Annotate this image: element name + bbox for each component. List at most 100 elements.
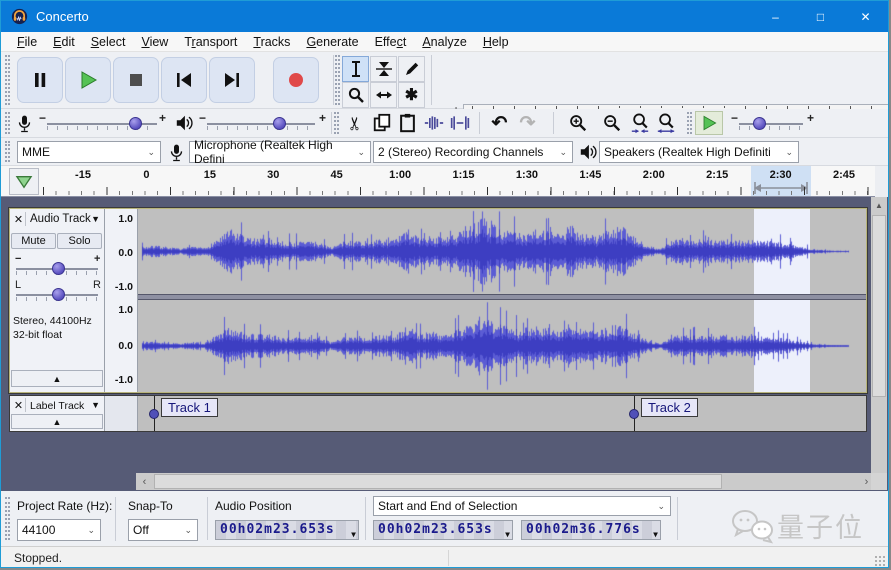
label-track-menu-icon[interactable]: ▼ (91, 400, 100, 410)
snap-to-select[interactable]: Off⌄ (128, 519, 198, 541)
recording-channels-select[interactable]: 2 (Stereo) Recording Channels⌄ (373, 141, 573, 163)
horizontal-scrollbar[interactable]: ‹ › (136, 473, 875, 490)
redo-button[interactable]: ↷ (515, 111, 540, 135)
audio-track-menu-icon[interactable]: ▼ (91, 214, 100, 224)
zoom-out-button[interactable] (599, 111, 624, 135)
recording-device-select[interactable]: Microphone (Realtek High Defini⌄ (189, 141, 371, 163)
label-track-title[interactable]: Label Track (30, 400, 84, 412)
skip-to-start-button[interactable] (161, 57, 207, 103)
menu-tracks[interactable]: Tracks (245, 32, 298, 52)
label-track-collapse-button[interactable]: ▲ (11, 414, 103, 429)
undo-button[interactable]: ↶ (487, 111, 512, 135)
scroll-up-button[interactable]: ▲ (871, 197, 887, 213)
copy-button[interactable] (369, 111, 394, 135)
menu-generate[interactable]: Generate (298, 32, 366, 52)
pan-thumb[interactable] (52, 288, 65, 301)
menu-file[interactable]: File (9, 32, 45, 52)
selection-start-dd-icon[interactable]: ▼ (505, 526, 510, 544)
zoom-fit-button[interactable] (653, 111, 678, 135)
menu-help[interactable]: Help (475, 32, 517, 52)
audio-track-title[interactable]: Audio Track (30, 213, 91, 225)
selection-end-field[interactable]: 00h02m36.776s ▼ (521, 520, 661, 540)
label-marker-icon[interactable] (629, 409, 639, 419)
gain-thumb[interactable] (52, 262, 65, 275)
label-text[interactable]: Track 1 (161, 398, 218, 417)
audio-host-select[interactable]: MME⌄ (17, 141, 161, 163)
label-track-close-button[interactable]: ✕ (12, 398, 26, 412)
channel-1[interactable] (138, 209, 866, 294)
close-button[interactable]: ✕ (843, 1, 888, 32)
label-marker-icon[interactable] (149, 409, 159, 419)
multi-tool-button[interactable]: ✱ (398, 82, 425, 108)
vertical-scale-ruler[interactable]: 1.0 0.0 -1.0 1.0 0.0 -1.0 (105, 209, 138, 392)
menu-effect[interactable]: Effect (367, 32, 415, 52)
gain-slider[interactable] (16, 262, 98, 276)
playback-device-select[interactable]: Speakers (Realtek High Definiti⌄ (599, 141, 799, 163)
label-text[interactable]: Track 2 (641, 398, 698, 417)
selection-end-dd-icon[interactable]: ▼ (653, 526, 658, 544)
edit-toolbar-grip[interactable] (334, 112, 339, 134)
play-speed-slider[interactable] (739, 117, 803, 131)
selection-start-field[interactable]: 00h02m23.653s ▼ (373, 520, 513, 540)
selection-tool-button[interactable] (342, 56, 369, 82)
project-rate-select[interactable]: 44100⌄ (17, 519, 101, 541)
pan-slider[interactable] (16, 288, 98, 302)
pause-button[interactable] (17, 57, 63, 103)
play-speed-thumb[interactable] (753, 117, 766, 130)
scroll-left-button[interactable]: ‹ (136, 473, 153, 490)
menu-select[interactable]: Select (83, 32, 134, 52)
selection-mode-select[interactable]: Start and End of Selection⌄ (373, 496, 671, 516)
mixer-toolbar-grip[interactable] (5, 112, 10, 134)
playback-volume-slider[interactable] (207, 117, 315, 131)
time-shift-tool-button[interactable] (370, 82, 397, 108)
zoom-tool-button[interactable] (342, 82, 369, 108)
copy-icon (372, 113, 392, 133)
paste-button[interactable] (395, 111, 420, 135)
menu-analyze[interactable]: Analyze (414, 32, 474, 52)
horizontal-scroll-thumb[interactable] (154, 474, 722, 489)
resize-grip[interactable] (875, 556, 885, 566)
audio-position-field[interactable]: 00h02m23.653s ▼ (215, 520, 359, 540)
menu-view[interactable]: View (133, 32, 176, 52)
trim-audio-button[interactable] (421, 111, 446, 135)
zoom-in-button[interactable] (565, 111, 590, 135)
mute-button[interactable]: Mute (11, 233, 56, 249)
cut-button[interactable]: ✂ (343, 111, 368, 135)
record-button[interactable] (273, 57, 319, 103)
label-area[interactable]: Track 1 Track 2 (138, 396, 866, 431)
minimize-button[interactable]: – (753, 1, 798, 32)
zoom-selection-button[interactable] (627, 111, 652, 135)
menu-edit[interactable]: Edit (45, 32, 83, 52)
menu-transport[interactable]: Transport (176, 32, 245, 52)
timeline-ruler[interactable]: -1501530451:001:151:301:452:002:152:302:… (1, 166, 875, 197)
vertical-scroll-thumb[interactable] (872, 215, 886, 397)
stop-button[interactable] (113, 57, 159, 103)
device-toolbar-grip[interactable] (5, 141, 10, 162)
play-at-speed-button[interactable] (695, 111, 723, 135)
draw-tool-button[interactable] (398, 56, 425, 82)
waveform-canvas-ch2[interactable] (138, 300, 866, 392)
skip-to-end-button[interactable] (209, 57, 255, 103)
selection-toolbar-grip[interactable] (5, 497, 10, 540)
audio-track-collapse-button[interactable]: ▲ (11, 370, 103, 387)
waveform-area[interactable] (138, 209, 866, 392)
vertical-scrollbar[interactable]: ▲ (871, 197, 887, 473)
tools-toolbar-grip[interactable] (335, 55, 340, 105)
audio-track-close-button[interactable]: ✕ (12, 212, 26, 226)
transport-toolbar-grip[interactable] (5, 55, 10, 105)
recording-volume-thumb[interactable] (129, 117, 142, 130)
scale-ch2-top: 1.0 (118, 304, 133, 316)
title-bar[interactable]: Concerto – □ ✕ (1, 1, 888, 32)
play-at-speed-grip[interactable] (687, 112, 692, 134)
timeline-options-button[interactable] (9, 168, 39, 195)
audio-position-dd-icon[interactable]: ▼ (351, 526, 356, 544)
channel-2[interactable] (138, 300, 866, 392)
play-button[interactable] (65, 57, 111, 103)
solo-button[interactable]: Solo (57, 233, 102, 249)
waveform-canvas-ch1[interactable] (138, 209, 866, 294)
envelope-tool-button[interactable] (370, 56, 397, 82)
recording-volume-slider[interactable] (47, 117, 157, 131)
maximize-button[interactable]: □ (798, 1, 843, 32)
playback-volume-thumb[interactable] (273, 117, 286, 130)
silence-audio-button[interactable] (447, 111, 472, 135)
